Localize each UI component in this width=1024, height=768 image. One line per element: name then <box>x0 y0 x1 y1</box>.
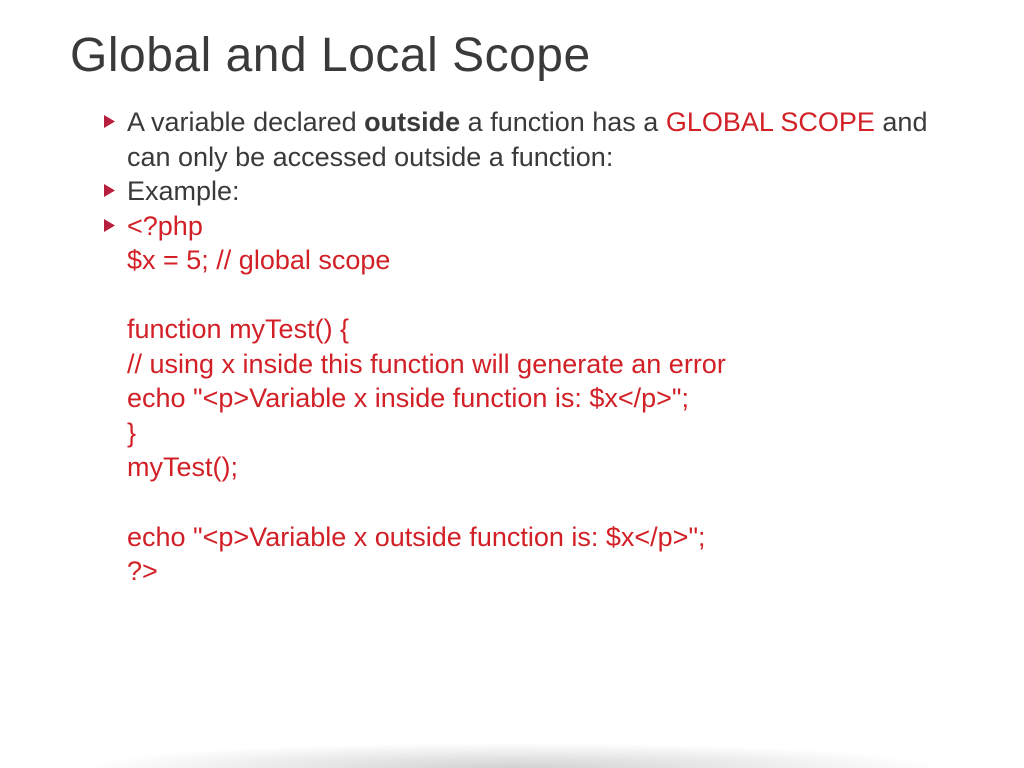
text-strong: outside <box>364 107 460 137</box>
bullet-item: A variable declared outside a function h… <box>104 105 954 174</box>
triangle-bullet-icon <box>104 184 115 197</box>
triangle-bullet-icon <box>104 219 115 232</box>
bottom-shadow <box>0 732 1024 768</box>
code-block: <?php $x = 5; // global scope function m… <box>127 209 726 589</box>
slide-content: A variable declared outside a function h… <box>70 105 954 589</box>
bullet-item: <?php $x = 5; // global scope function m… <box>104 209 954 589</box>
slide: Global and Local Scope A variable declar… <box>0 0 1024 589</box>
bullet-item: Example: <box>104 174 954 209</box>
text-fragment: a function has a <box>460 107 666 137</box>
triangle-bullet-icon <box>104 115 115 128</box>
bullet-text: Example: <box>127 174 240 209</box>
text-highlight: GLOBAL SCOPE <box>666 107 875 137</box>
slide-title: Global and Local Scope <box>70 28 954 83</box>
bullet-text: A variable declared outside a function h… <box>127 105 954 174</box>
text-fragment: A variable declared <box>127 107 364 137</box>
